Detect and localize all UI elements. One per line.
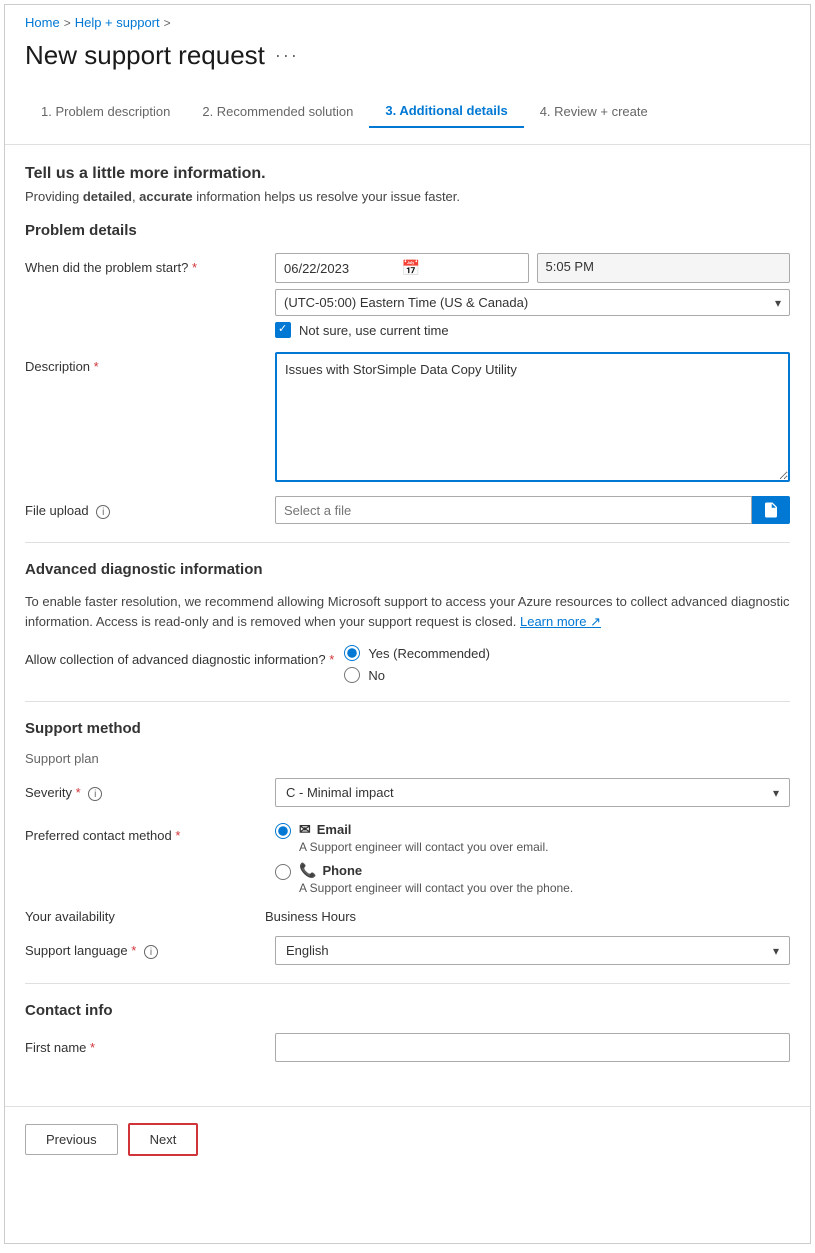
when-controls: 06/22/2023 📅 5:05 PM (UTC-05:00) Eastern… — [275, 253, 790, 338]
date-value: 06/22/2023 — [284, 261, 402, 276]
previous-button[interactable]: Previous — [25, 1124, 118, 1155]
description-label: Description * — [25, 352, 265, 374]
phone-title: 📞 Phone — [299, 862, 573, 879]
problem-details-label: Problem details — [25, 222, 790, 239]
adv-diag-desc: To enable faster resolution, we recommen… — [25, 592, 790, 631]
step-3[interactable]: 3. Additional details — [369, 95, 523, 128]
no-radio[interactable] — [344, 667, 360, 683]
support-language-row: Support language * i English ▾ — [25, 936, 790, 965]
language-chevron-icon: ▾ — [773, 944, 779, 958]
first-name-input[interactable] — [275, 1033, 790, 1062]
intro-subtext: Providing detailed, accurate information… — [25, 189, 790, 204]
contact-info-label: Contact info — [25, 1002, 790, 1019]
phone-sub: A Support engineer will contact you over… — [299, 881, 573, 895]
severity-value: C - Minimal impact — [286, 785, 767, 800]
availability-label: Your availability — [25, 909, 265, 924]
allow-diag-label: Allow collection of advanced diagnostic … — [25, 645, 334, 667]
severity-dropdown[interactable]: C - Minimal impact ▾ — [275, 778, 790, 807]
support-plan-label: Support plan — [25, 751, 265, 766]
file-upload-label: File upload i — [25, 496, 265, 519]
timezone-value: (UTC-05:00) Eastern Time (US & Canada) — [284, 295, 769, 310]
not-sure-checkbox[interactable] — [275, 322, 291, 338]
yes-recommended-radio[interactable] — [344, 645, 360, 661]
page-title: New support request — [25, 40, 265, 71]
severity-label: Severity * i — [25, 778, 265, 801]
email-title: ✉ Email — [299, 821, 548, 838]
chevron-down-icon: ▾ — [775, 296, 781, 310]
breadcrumb-sep1: > — [64, 16, 71, 30]
phone-radio[interactable] — [275, 864, 291, 880]
contact-method-label: Preferred contact method * — [25, 821, 265, 843]
yes-recommended-option[interactable]: Yes (Recommended) — [344, 645, 790, 661]
when-problem-row: When did the problem start? * 06/22/2023… — [25, 253, 790, 338]
support-language-label: Support language * i — [25, 936, 265, 959]
footer-nav: Previous Next — [5, 1106, 810, 1172]
breadcrumb-home[interactable]: Home — [25, 15, 60, 30]
adv-diag-label: Advanced diagnostic information — [25, 561, 790, 578]
description-row: Description * Issues with StorSimple Dat… — [25, 352, 790, 482]
ellipsis-button[interactable]: ··· — [275, 45, 299, 66]
description-textarea[interactable]: Issues with StorSimple Data Copy Utility — [275, 352, 790, 482]
phone-contact-option[interactable]: 📞 Phone A Support engineer will contact … — [275, 862, 790, 895]
contact-method-options: ✉ Email A Support engineer will contact … — [275, 821, 790, 895]
phone-icon: 📞 — [299, 862, 316, 879]
severity-info-icon[interactable]: i — [88, 787, 102, 801]
support-language-info-icon[interactable]: i — [144, 945, 158, 959]
breadcrumb: Home > Help + support > — [5, 5, 810, 36]
contact-method-row: Preferred contact method * ✉ Email A Sup… — [25, 821, 790, 895]
email-radio[interactable] — [275, 823, 291, 839]
not-sure-row: Not sure, use current time — [275, 322, 790, 338]
availability-row: Your availability Business Hours — [25, 909, 790, 924]
file-upload-button[interactable] — [752, 496, 790, 524]
not-sure-label[interactable]: Not sure, use current time — [299, 323, 449, 338]
support-method-label: Support method — [25, 720, 790, 737]
first-name-label: First name * — [25, 1033, 265, 1055]
timezone-select[interactable]: (UTC-05:00) Eastern Time (US & Canada) ▾ — [275, 289, 790, 316]
support-language-dropdown[interactable]: English ▾ — [275, 936, 790, 965]
allow-diag-row: Allow collection of advanced diagnostic … — [25, 645, 790, 683]
no-option[interactable]: No — [344, 667, 790, 683]
allow-diag-options: Yes (Recommended) No — [344, 645, 790, 683]
time-input[interactable]: 5:05 PM — [537, 253, 791, 283]
intro-heading: Tell us a little more information. — [25, 165, 790, 183]
severity-row: Severity * i C - Minimal impact ▾ — [25, 778, 790, 807]
email-sub: A Support engineer will contact you over… — [299, 840, 548, 854]
step-2[interactable]: 2. Recommended solution — [186, 96, 369, 127]
steps-nav: 1. Problem description 2. Recommended so… — [5, 87, 810, 145]
next-button[interactable]: Next — [128, 1123, 199, 1156]
file-upload-info-icon[interactable]: i — [96, 505, 110, 519]
severity-chevron-icon: ▾ — [773, 786, 779, 800]
learn-more-link[interactable]: Learn more ↗ — [520, 614, 601, 629]
file-upload-input[interactable] — [275, 496, 752, 524]
breadcrumb-help[interactable]: Help + support — [75, 15, 160, 30]
support-language-value: English — [286, 943, 767, 958]
step-4[interactable]: 4. Review + create — [524, 96, 664, 127]
file-upload-row: File upload i — [25, 496, 790, 524]
date-input[interactable]: 06/22/2023 📅 — [275, 253, 529, 283]
yes-recommended-label: Yes (Recommended) — [368, 646, 490, 661]
when-label: When did the problem start? * — [25, 253, 265, 275]
step-1[interactable]: 1. Problem description — [25, 96, 186, 127]
email-icon: ✉ — [299, 821, 311, 838]
support-plan-row: Support plan — [25, 751, 790, 766]
no-label: No — [368, 668, 385, 683]
calendar-icon: 📅 — [402, 259, 520, 277]
first-name-row: First name * — [25, 1033, 790, 1062]
breadcrumb-sep2: > — [164, 16, 171, 30]
availability-value: Business Hours — [265, 909, 356, 924]
email-contact-option[interactable]: ✉ Email A Support engineer will contact … — [275, 821, 790, 854]
